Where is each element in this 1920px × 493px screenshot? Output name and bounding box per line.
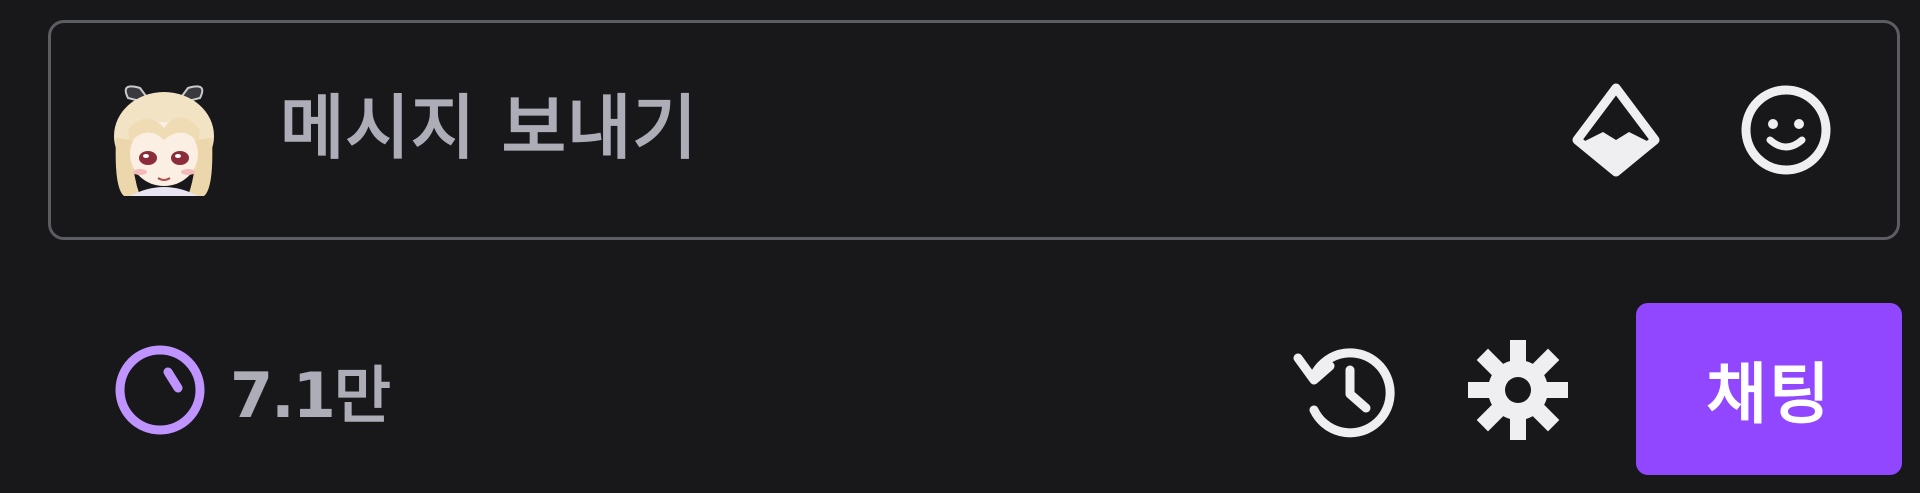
gear-icon [1468, 340, 1568, 440]
channel-points-icon [115, 345, 205, 435]
message-input[interactable]: 메시지 보내기 [280, 78, 698, 178]
bits-button[interactable] [1566, 80, 1666, 180]
send-chat-button[interactable]: 채팅 [1636, 303, 1902, 475]
chat-settings-button[interactable] [1468, 340, 1568, 440]
chat-history-button[interactable] [1288, 340, 1398, 440]
channel-points-button[interactable]: 7.1만 [110, 345, 391, 435]
user-avatar [100, 78, 228, 198]
channel-points-count: 7.1만 [230, 359, 391, 432]
smiley-face-icon [1741, 85, 1831, 175]
history-icon [1293, 348, 1395, 438]
bits-diamond-icon [1572, 83, 1660, 177]
emote-picker-button[interactable] [1736, 80, 1836, 180]
